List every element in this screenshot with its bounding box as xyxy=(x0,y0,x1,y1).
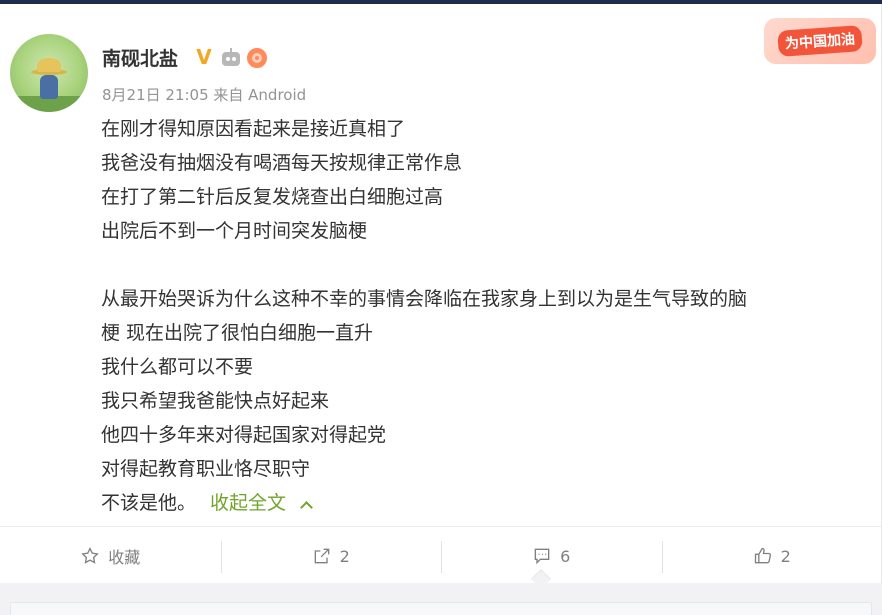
post-line-blank xyxy=(101,248,841,282)
post-line: 对得起教育职业恪尽职守 xyxy=(101,458,311,480)
post-meta: 8月21日 21:05 来自 Android xyxy=(102,86,307,104)
star-icon xyxy=(80,546,100,566)
promo-badge[interactable]: 为中国加油 xyxy=(764,18,876,64)
promo-label: 为中国加油 xyxy=(777,25,863,57)
post-line: 他四十多年来对得起国家对得起党 xyxy=(101,424,387,446)
action-bar: 收藏 2 6 2 xyxy=(0,527,882,585)
post-line: 从最开始哭诉为什么这种不幸的事情会降临在我家身上到以为是生气导致的脑 xyxy=(101,288,748,310)
like-count: 2 xyxy=(780,546,791,566)
comment-icon xyxy=(532,546,552,566)
repost-button[interactable]: 2 xyxy=(220,527,442,585)
avatar[interactable] xyxy=(10,34,88,112)
chevron-up-icon[interactable] xyxy=(300,501,313,514)
comment-count: 6 xyxy=(560,546,571,566)
like-button[interactable]: 2 xyxy=(661,527,882,585)
post-content: 在刚才得知原因看起来是接近真相了 我爸没有抽烟没有喝酒每天按规律正常作息 在打了… xyxy=(101,112,841,520)
comment-button[interactable]: 6 xyxy=(441,527,662,585)
username[interactable]: 南砚北盐 xyxy=(102,44,178,71)
post-line: 在刚才得知原因看起来是接近真相了 xyxy=(101,118,406,140)
comment-input-area[interactable] xyxy=(10,602,872,615)
repost-count: 2 xyxy=(339,546,350,566)
post-line: 在打了第二针后反复发烧查出白细胞过高 xyxy=(101,186,444,208)
post-line: 我什么都可以不要 xyxy=(101,356,254,378)
post-last-line-text: 不该是他。 xyxy=(101,492,197,514)
verified-v-icon[interactable]: V xyxy=(193,45,215,69)
post-last-line: 不该是他。 收起全文 xyxy=(101,486,841,520)
robot-badge-icon[interactable] xyxy=(220,48,242,68)
post-line: 我只希望我爸能快点好起来 xyxy=(101,390,330,412)
thumbs-up-icon xyxy=(753,546,773,566)
donut-badge-icon[interactable] xyxy=(247,48,267,68)
post-card: 南砚北盐 V 8月21日 21:05 来自 Android 为中国加油 在刚才得… xyxy=(0,4,882,583)
post-line: 梗 现在出院了很怕白细胞一直升 xyxy=(101,322,374,344)
post-line: 出院后不到一个月时间突发脑梗 xyxy=(101,220,368,242)
post-line: 我爸没有抽烟没有喝酒每天按规律正常作息 xyxy=(101,152,463,174)
favorite-button[interactable]: 收藏 xyxy=(0,527,221,585)
favorite-label: 收藏 xyxy=(108,548,141,567)
share-icon xyxy=(312,546,332,566)
collapse-full-text-link[interactable]: 收起全文 xyxy=(210,492,286,514)
